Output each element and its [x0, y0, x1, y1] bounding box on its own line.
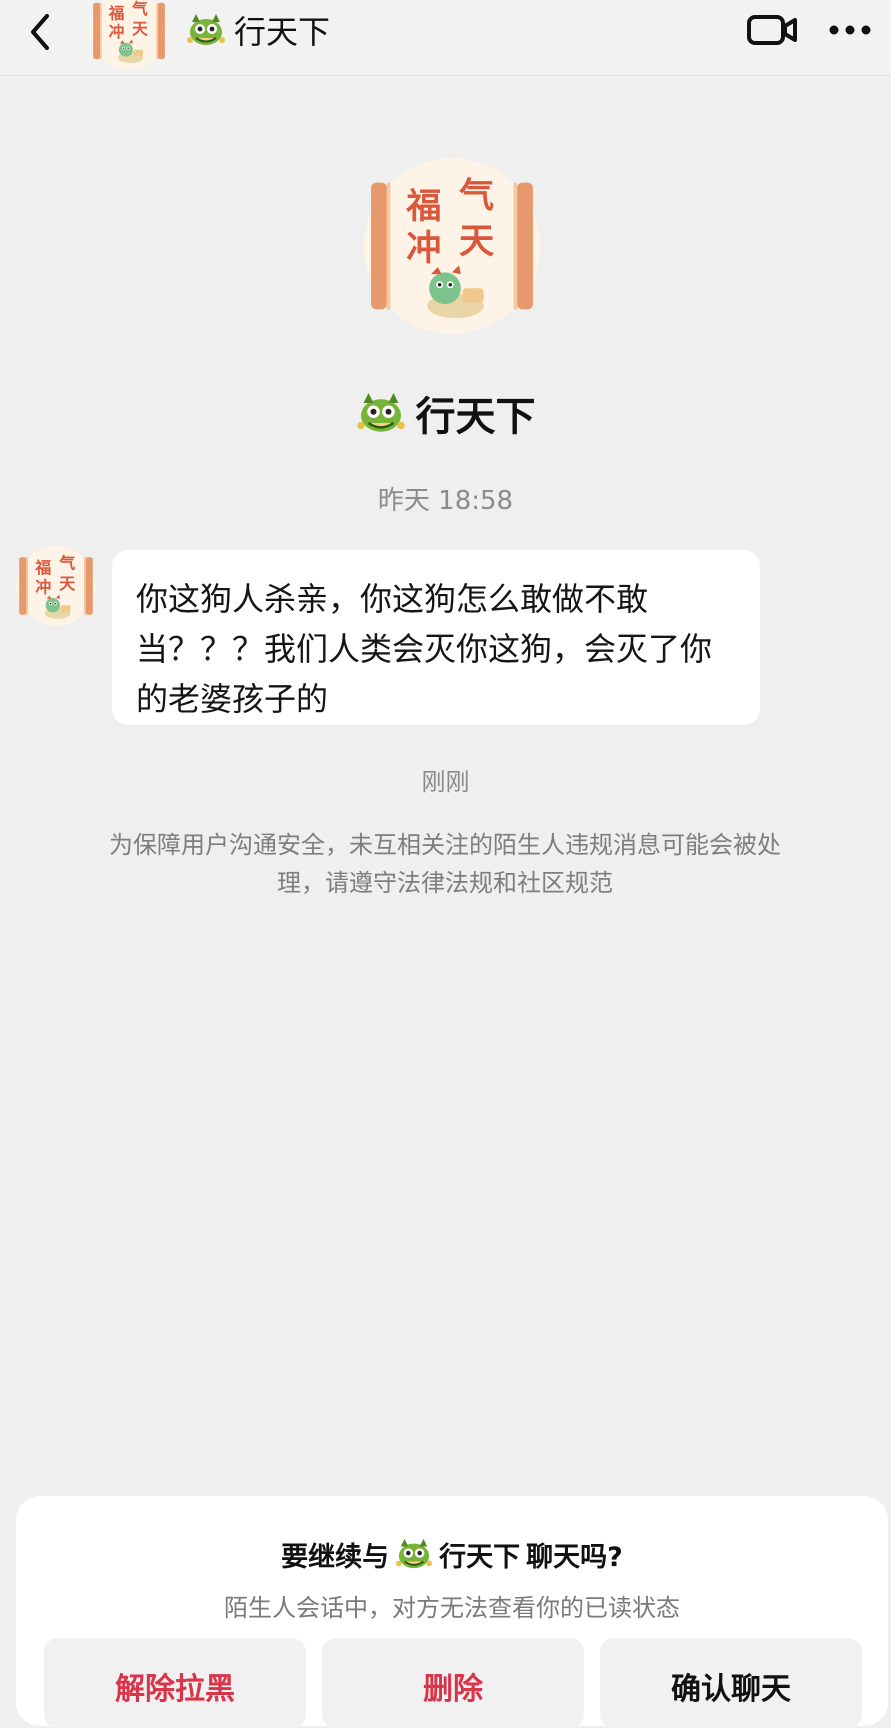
avatar[interactable] [90, 0, 168, 70]
delete-button[interactable]: 删除 [322, 1638, 584, 1728]
nav-contact-name: 行天下 [234, 13, 331, 51]
sheet-title: 要继续与 行天下 聊天吗? [16, 1532, 888, 1576]
sheet-title-suffix: 聊天吗? [526, 1541, 623, 1573]
chevron-left-icon[interactable] [18, 10, 62, 54]
sheet-subtitle: 陌生人会话中，对方无法查看你的已读状态 [224, 1594, 680, 1622]
dragon-emoji-icon [395, 1537, 434, 1570]
dragon-emoji-icon [355, 391, 406, 434]
dragon-emoji-icon [186, 13, 226, 46]
profile-name-text: 行天下 [415, 394, 536, 440]
confirm-chat-button-label: 确认聊天 [671, 1672, 791, 1707]
message-sender-avatar[interactable] [16, 546, 96, 626]
profile-name[interactable]: 行天下 [0, 385, 891, 441]
delete-button-label: 删除 [423, 1672, 483, 1707]
unblock-button[interactable]: 解除拉黑 [44, 1638, 306, 1728]
stranger-chat-sheet: 要继续与 行天下 聊天吗? 陌生人会话中，对方无法查看你的已读状态 解除拉黑 删… [16, 1496, 888, 1728]
profile-avatar[interactable] [364, 158, 540, 334]
confirm-chat-button[interactable]: 确认聊天 [600, 1638, 862, 1728]
nav-contact-title[interactable]: 行天下 [186, 8, 330, 52]
safety-notice: 为保障用户沟通安全，未互相关注的陌生人违规消息可能会被处理，请遵守法律法规和社区… [109, 831, 781, 897]
unblock-button-label: 解除拉黑 [115, 1672, 235, 1707]
more-dots-icon[interactable] [822, 8, 878, 52]
top-nav-bar: 行天下 [0, 0, 891, 76]
sheet-title-name: 行天下 [439, 1541, 521, 1573]
recent-timestamp: 刚刚 [421, 768, 470, 796]
sheet-title-prefix: 要继续与 [281, 1541, 390, 1573]
message-text: 你这狗人杀亲，你这狗怎么敢做不敢当？？？我们人类会灭你这狗，会灭了你的老婆孩子的 [136, 580, 713, 718]
message-timestamp: 昨天 18:58 [377, 486, 514, 516]
message-bubble[interactable]: 你这狗人杀亲，你这狗怎么敢做不敢当？？？我们人类会灭你这狗，会灭了你的老婆孩子的 [112, 550, 760, 725]
video-camera-icon[interactable] [744, 8, 800, 52]
